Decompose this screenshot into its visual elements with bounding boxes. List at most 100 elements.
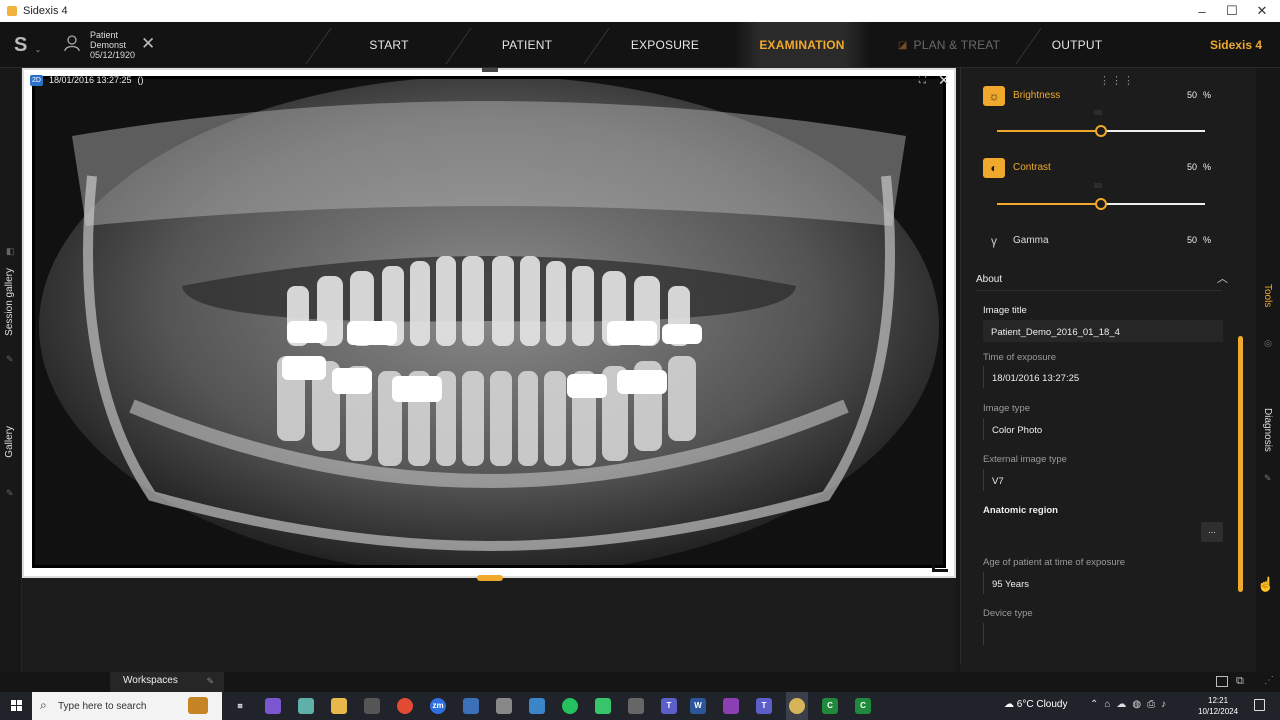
teams-icon[interactable]: T <box>661 698 677 714</box>
close-patient-icon[interactable]: ✕ <box>141 35 155 53</box>
word-icon[interactable]: W <box>690 698 706 714</box>
contrast-slider-knob[interactable] <box>1095 198 1107 210</box>
teams-icon-2[interactable]: T <box>756 698 772 714</box>
taskbar-search[interactable]: ⌕ Type here to search <box>32 692 222 720</box>
time-of-exposure-field: 18/01/2016 13:27:25 <box>983 366 1223 388</box>
brightness-unit: % <box>1203 90 1212 100</box>
xray-drawing <box>32 76 946 568</box>
resize-corner-icon[interactable] <box>932 552 948 572</box>
contrast-value[interactable]: 50 <box>1173 162 1197 172</box>
gamma-unit: % <box>1203 235 1212 245</box>
image-viewer[interactable] <box>22 68 956 578</box>
pin-gallery-icon[interactable]: ✎ <box>6 488 16 498</box>
tab-gallery[interactable]: Gallery <box>4 426 15 458</box>
camera-icon[interactable] <box>496 698 512 714</box>
workspaces-tab[interactable]: Workspaces ✎ <box>110 672 224 692</box>
sun-icon[interactable]: ☼ <box>983 86 1005 106</box>
panoramic-xray-image[interactable] <box>32 76 946 568</box>
session-icon[interactable]: ◧ <box>6 246 16 256</box>
brightness-slider[interactable] <box>997 125 1205 137</box>
pin-icon[interactable]: ✎ <box>6 354 16 364</box>
window-layout-icon[interactable] <box>1216 676 1228 687</box>
windows-taskbar: ⌕ Type here to search ⧈ zm T W T C C ☁ 6… <box>0 692 1280 720</box>
external-image-type-label: External image type <box>983 454 1067 465</box>
workspace-bar: Workspaces ✎ ⧉ ⋰ <box>0 672 1280 692</box>
patient-dob: 05/12/1920 <box>90 50 136 60</box>
contrast-slider[interactable] <box>997 198 1205 210</box>
task-view-icon[interactable]: ⧈ <box>232 698 248 714</box>
viewer-top-handle[interactable] <box>482 68 498 72</box>
tools-pin-icon[interactable]: ◎ <box>1264 338 1272 348</box>
pin-icon[interactable]: ✎ <box>206 676 214 687</box>
app-icon-5[interactable] <box>628 698 644 714</box>
time-of-exposure-label: Time of exposure <box>983 352 1057 363</box>
image-title-field[interactable]: Patient_Demo_2016_01_18_4 <box>983 320 1223 342</box>
app-icon-6[interactable] <box>723 698 739 714</box>
brightness-row: ☼ Brightness 50 % <box>983 86 1215 108</box>
zoom-icon[interactable]: zm <box>430 698 446 714</box>
close-window-button[interactable]: ✕ <box>1247 0 1277 22</box>
app-icon-3[interactable] <box>529 698 545 714</box>
sidexis-taskbar-icon[interactable] <box>789 698 805 714</box>
system-tray-icons[interactable]: ⌃⌂☁◍⎙♪ <box>1090 699 1172 710</box>
tab-exposure[interactable]: EXPOSURE <box>598 22 732 68</box>
contrast-unit: % <box>1203 162 1212 172</box>
contrast-row: ◐ Contrast 50 % <box>983 158 1215 180</box>
search-placeholder: Type here to search <box>58 701 147 712</box>
image-type-field: Color Photo <box>983 418 1223 440</box>
app-icon-1[interactable] <box>364 698 380 714</box>
tab-output[interactable]: OUTPUT <box>1010 22 1144 68</box>
brightness-slider-knob[interactable] <box>1095 125 1107 137</box>
anatomic-region-button[interactable]: ... <box>1201 522 1223 542</box>
age-label: Age of patient at time of exposure <box>983 557 1126 568</box>
weather-widget[interactable]: ☁ 6°C Cloudy <box>1004 699 1067 710</box>
taskbar-clock[interactable]: 12:21 10/12/2024 <box>1198 695 1238 717</box>
briefcase-icon[interactable] <box>188 697 208 714</box>
patient-info[interactable]: Patient Demonst 05/12/1920 <box>90 30 135 60</box>
chevron-up-icon[interactable]: ︿ <box>1217 274 1228 285</box>
sidexis-logo-icon[interactable]: S ⌄ <box>14 34 41 56</box>
gamma-value[interactable]: 50 <box>1173 235 1197 245</box>
panel-grip-icon[interactable]: ⋮⋮⋮ <box>1099 76 1134 87</box>
gamma-icon[interactable]: γ <box>983 231 1005 251</box>
app-icon-4[interactable] <box>595 698 611 714</box>
windows-start-icon[interactable] <box>11 700 23 712</box>
2d-badge: 2D <box>30 75 43 86</box>
tab-examination[interactable]: EXAMINATION <box>734 22 870 68</box>
more-icon[interactable]: ⋰ <box>1264 675 1274 686</box>
copilot-icon[interactable] <box>265 698 281 714</box>
whatsapp-icon[interactable] <box>562 698 578 714</box>
tab-plan-treat[interactable]: ◪ PLAN & TREAT <box>872 22 1026 68</box>
notepad-icon[interactable] <box>298 698 314 714</box>
contrast-label: Contrast <box>1013 162 1051 173</box>
device-type-label: Device type <box>983 608 1033 619</box>
about-section-header[interactable]: About <box>976 274 1002 285</box>
expand-viewer-icon[interactable]: ⛶ <box>919 75 931 87</box>
close-viewer-icon[interactable]: ✕ <box>938 73 950 87</box>
screenshot-icon[interactable]: ⧉ <box>1236 675 1244 688</box>
viewer-bottom-handle[interactable] <box>477 575 503 581</box>
tab-diagnosis[interactable]: Diagnosis <box>1262 408 1273 452</box>
panel-scrollbar[interactable] <box>1238 336 1243 592</box>
minimize-button[interactable]: – <box>1187 0 1217 22</box>
contrast-icon[interactable]: ◐ <box>983 158 1005 178</box>
tab-patient[interactable]: PATIENT <box>460 22 594 68</box>
tab-session-gallery[interactable]: Session gallery <box>4 268 15 336</box>
window-titlebar: Sidexis 4 – ☐ ✕ <box>0 0 1280 22</box>
brightness-value[interactable]: 50 <box>1173 90 1197 100</box>
brightness-slider-fill <box>997 130 1101 132</box>
top-navigation-bar: S ⌄ Patient Demonst 05/12/1920 ✕ START PA… <box>0 22 1280 68</box>
tab-start[interactable]: START <box>322 22 456 68</box>
notification-icon[interactable] <box>1254 699 1265 711</box>
age-field: 95 Years <box>983 572 1223 594</box>
app-icon-7[interactable]: C <box>822 698 838 714</box>
device-type-field[interactable] <box>983 623 1223 645</box>
diagnosis-pin-icon[interactable]: ✎ <box>1264 473 1272 483</box>
app-icon-8[interactable]: C <box>855 698 871 714</box>
maximize-button[interactable]: ☐ <box>1217 0 1247 22</box>
chrome-icon[interactable] <box>397 698 413 714</box>
weather-text: 6°C Cloudy <box>1016 699 1068 710</box>
tab-tools[interactable]: Tools <box>1262 284 1273 307</box>
file-explorer-icon[interactable] <box>331 698 347 714</box>
app-icon-2[interactable] <box>463 698 479 714</box>
